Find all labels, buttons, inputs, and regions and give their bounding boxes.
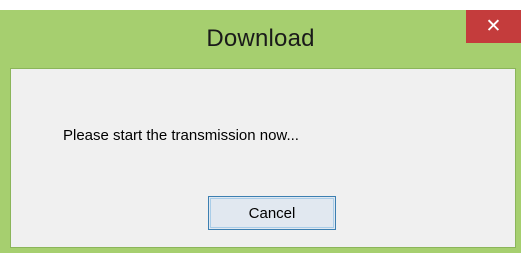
close-icon: ✕ [485, 16, 502, 37]
cancel-button[interactable]: Cancel [208, 196, 336, 230]
title-bar[interactable]: Download ✕ [0, 10, 521, 68]
close-button[interactable]: ✕ [466, 10, 521, 43]
download-dialog-window: Download ✕ Please start the transmission… [0, 10, 521, 253]
dialog-client-area: Please start the transmission now... Can… [10, 68, 516, 248]
window-title: Download [206, 25, 315, 52]
status-message: Please start the transmission now... [63, 127, 299, 144]
